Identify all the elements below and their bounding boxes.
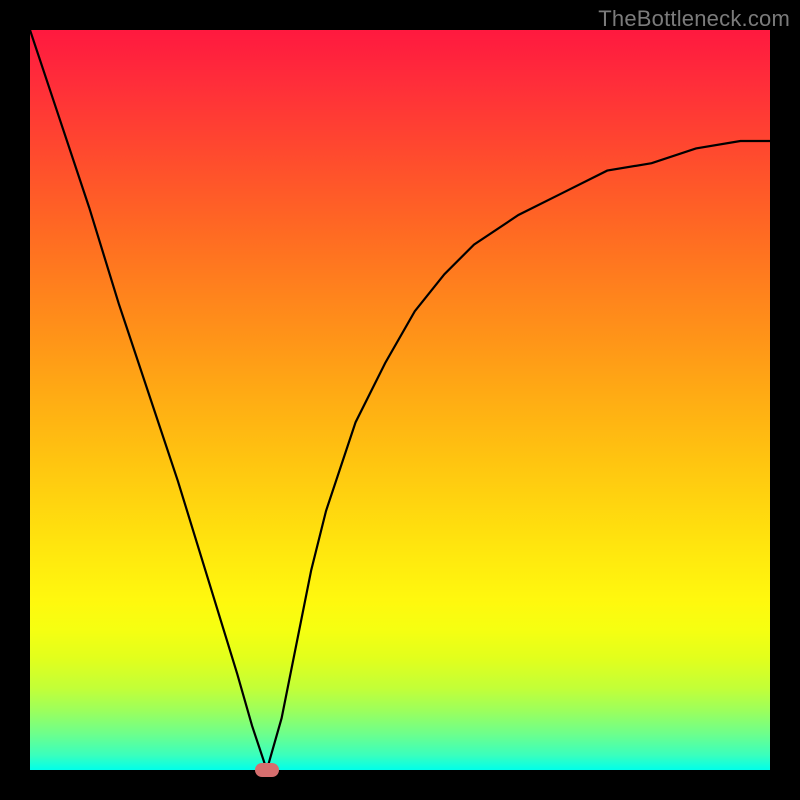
bottleneck-curve	[30, 30, 770, 770]
chart-frame: TheBottleneck.com	[0, 0, 800, 800]
watermark-text: TheBottleneck.com	[598, 6, 790, 32]
optimal-point-marker	[255, 763, 279, 777]
